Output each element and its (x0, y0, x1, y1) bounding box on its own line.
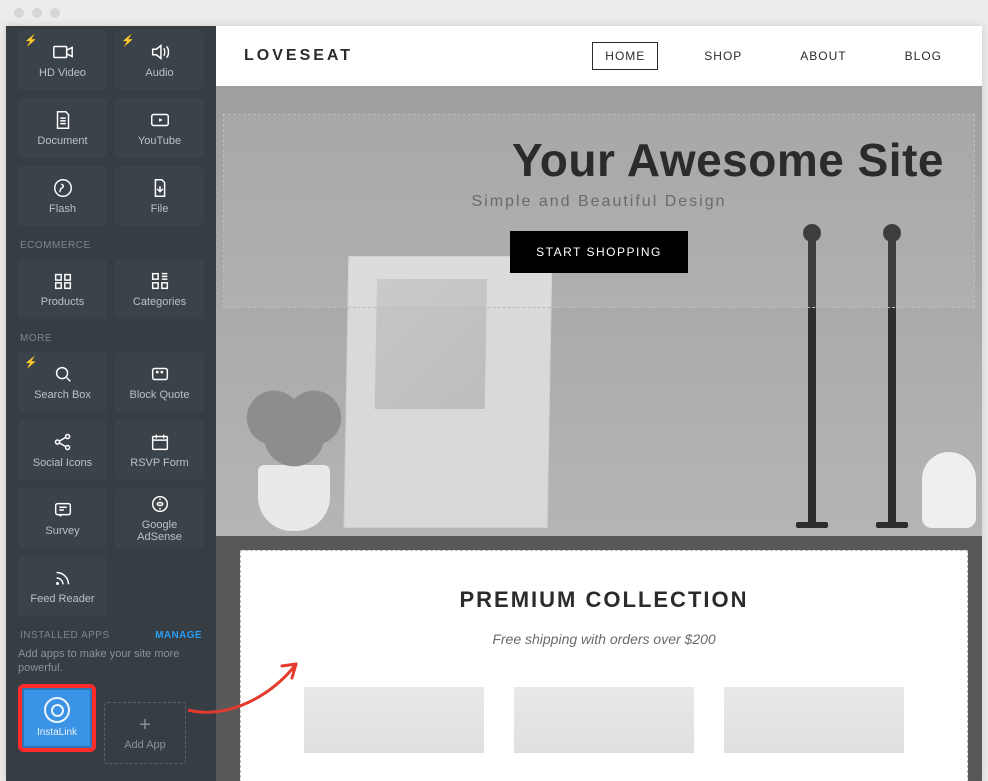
tile-label: Audio (145, 67, 173, 79)
installed-apps-desc: Add apps to make your site more powerful… (18, 647, 204, 676)
adsense-icon (149, 493, 171, 515)
vase-graphic (922, 452, 976, 528)
tile-search-box[interactable]: ⚡ Search Box (18, 352, 107, 412)
installed-apps: INSTALLED APPS MANAGE Add apps to make y… (6, 616, 216, 764)
site-preview[interactable]: LOVESEAT HOME SHOP ABOUT BLOG (216, 26, 982, 781)
tile-label: Block Quote (130, 389, 190, 401)
quote-icon (149, 363, 171, 385)
hero-content-box[interactable]: Your Awesome Site Simple and Beautiful D… (223, 114, 975, 308)
search-icon (52, 363, 74, 385)
lightning-icon: ⚡ (24, 34, 38, 47)
site-brand[interactable]: LOVESEAT (244, 47, 353, 65)
section-label-more: MORE (6, 319, 216, 352)
plant-graphic (258, 465, 330, 531)
tile-label: File (151, 203, 169, 215)
elements-sidebar: ⚡ HD Video ⚡ Audio (6, 26, 216, 781)
categories-icon (149, 270, 171, 292)
tile-label: Search Box (34, 389, 91, 401)
browser-chrome: ⚡ HD Video ⚡ Audio (0, 0, 988, 781)
more-grid: ⚡ Search Box Block Quote Soci (6, 352, 216, 616)
site-nav: HOME SHOP ABOUT BLOG (592, 42, 954, 70)
tile-document[interactable]: Document (18, 98, 107, 158)
tile-label: Flash (49, 203, 76, 215)
instalink-app-tile[interactable]: InstaLink (18, 684, 96, 752)
tile-hd-video[interactable]: ⚡ HD Video (18, 30, 107, 90)
nav-blog[interactable]: BLOG (893, 43, 954, 69)
rss-icon (52, 567, 74, 589)
file-icon (149, 177, 171, 199)
section-label-ecommerce: ECOMMERCE (6, 226, 216, 259)
site-header: LOVESEAT HOME SHOP ABOUT BLOG (216, 26, 982, 86)
tile-file[interactable]: File (115, 166, 204, 226)
flash-icon (52, 177, 74, 199)
tile-label: Survey (45, 525, 79, 537)
max-dot[interactable] (50, 8, 60, 18)
hero-title[interactable]: Your Awesome Site (254, 133, 944, 187)
media-grid: ⚡ HD Video ⚡ Audio (6, 30, 216, 226)
product-thumb[interactable] (304, 687, 484, 753)
lightning-icon: ⚡ (121, 34, 135, 47)
document-icon (52, 109, 74, 131)
share-icon (52, 431, 74, 453)
hero-section[interactable]: Your Awesome Site Simple and Beautiful D… (216, 86, 982, 536)
close-dot[interactable] (14, 8, 24, 18)
product-thumb[interactable] (514, 687, 694, 753)
youtube-icon (149, 109, 171, 131)
tile-audio[interactable]: ⚡ Audio (115, 30, 204, 90)
tile-feed-reader[interactable]: Feed Reader (18, 556, 107, 616)
tile-rsvp-form[interactable]: RSVP Form (115, 420, 204, 480)
add-app-button[interactable]: + Add App (104, 702, 186, 764)
tile-products[interactable]: Products (18, 259, 107, 319)
audio-icon (149, 41, 171, 63)
tile-google-adsense[interactable]: Google AdSense (115, 488, 204, 548)
tile-label: Social Icons (33, 457, 92, 469)
installed-apps-label: INSTALLED APPS (20, 630, 110, 641)
tile-survey[interactable]: Survey (18, 488, 107, 548)
products-icon (52, 270, 74, 292)
manage-link[interactable]: MANAGE (155, 630, 202, 641)
tile-flash[interactable]: Flash (18, 166, 107, 226)
tile-social-icons[interactable]: Social Icons (18, 420, 107, 480)
premium-section[interactable]: PREMIUM COLLECTION Free shipping with or… (240, 550, 968, 781)
add-app-label: Add App (124, 739, 166, 751)
tile-categories[interactable]: Categories (115, 259, 204, 319)
editor-app: ⚡ HD Video ⚡ Audio (6, 26, 982, 781)
instalink-label: InstaLink (37, 727, 77, 738)
tile-label: Feed Reader (30, 593, 94, 605)
product-thumbs (271, 687, 937, 753)
nav-shop[interactable]: SHOP (692, 43, 754, 69)
tile-label: YouTube (138, 135, 181, 147)
tile-block-quote[interactable]: Block Quote (115, 352, 204, 412)
plus-icon: + (139, 715, 151, 735)
tile-label: Google AdSense (137, 519, 182, 543)
start-shopping-button[interactable]: START SHOPPING (510, 231, 688, 273)
nav-home[interactable]: HOME (592, 42, 658, 70)
tile-label: Document (37, 135, 87, 147)
nav-about[interactable]: ABOUT (788, 43, 858, 69)
lightning-icon: ⚡ (24, 356, 38, 369)
product-thumb[interactable] (724, 687, 904, 753)
premium-subtitle[interactable]: Free shipping with orders over $200 (271, 631, 937, 647)
premium-title[interactable]: PREMIUM COLLECTION (271, 587, 937, 613)
survey-icon (52, 499, 74, 521)
tile-label: Products (41, 296, 84, 308)
calendar-icon (149, 431, 171, 453)
tile-youtube[interactable]: YouTube (115, 98, 204, 158)
ecommerce-grid: Products Categories (6, 259, 216, 319)
tile-label: RSVP Form (130, 457, 188, 469)
window-titlebar (0, 0, 988, 26)
tile-label: HD Video (39, 67, 86, 79)
tile-label: Categories (133, 296, 186, 308)
hero-subtitle[interactable]: Simple and Beautiful Design (254, 193, 944, 211)
video-icon (52, 41, 74, 63)
instagram-icon (44, 697, 70, 723)
min-dot[interactable] (32, 8, 42, 18)
